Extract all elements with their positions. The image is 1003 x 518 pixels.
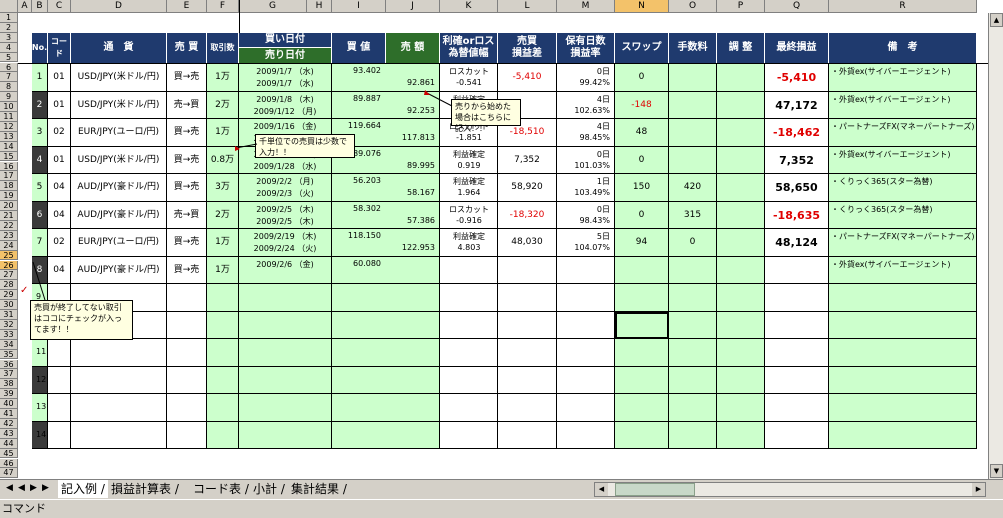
scroll-thumb[interactable] bbox=[615, 483, 695, 496]
vertical-scrollbar[interactable]: ▲ ▼ bbox=[988, 13, 1003, 479]
scroll-left-icon[interactable]: ◀ bbox=[595, 483, 608, 496]
status-bar: コマンド bbox=[0, 499, 1003, 518]
svg-text:✓: ✓ bbox=[20, 285, 28, 296]
horizontal-scrollbar[interactable]: ◀ ▶ bbox=[594, 482, 986, 497]
sheet-tab-bar: ◀ ◀ ▶ ▶ 記入例 / 損益計算表 / コード表 / 小計 / 集計結果 /… bbox=[0, 479, 1003, 499]
scroll-right-icon[interactable]: ▶ bbox=[972, 483, 985, 496]
status-text: コマンド bbox=[2, 502, 46, 515]
tab-last-icon[interactable]: ▶ bbox=[42, 483, 49, 493]
scroll-down-icon[interactable]: ▼ bbox=[990, 464, 1003, 478]
scroll-up-icon[interactable]: ▲ bbox=[990, 13, 1003, 27]
tab-code[interactable]: コード表 / bbox=[190, 480, 252, 498]
tab-summary[interactable]: 集計結果 / bbox=[288, 480, 350, 498]
callout-arrows: ✓ bbox=[20, 90, 453, 301]
tab-kinyurei[interactable]: 記入例 / bbox=[58, 480, 108, 498]
tab-first-icon[interactable]: ◀ bbox=[6, 483, 13, 493]
tab-next-icon[interactable]: ▶ bbox=[30, 483, 37, 493]
tab-prev-icon[interactable]: ◀ bbox=[18, 483, 25, 493]
tab-subtotal[interactable]: 小計 / bbox=[250, 480, 288, 498]
tab-soneki[interactable]: 損益計算表 / bbox=[108, 480, 182, 498]
